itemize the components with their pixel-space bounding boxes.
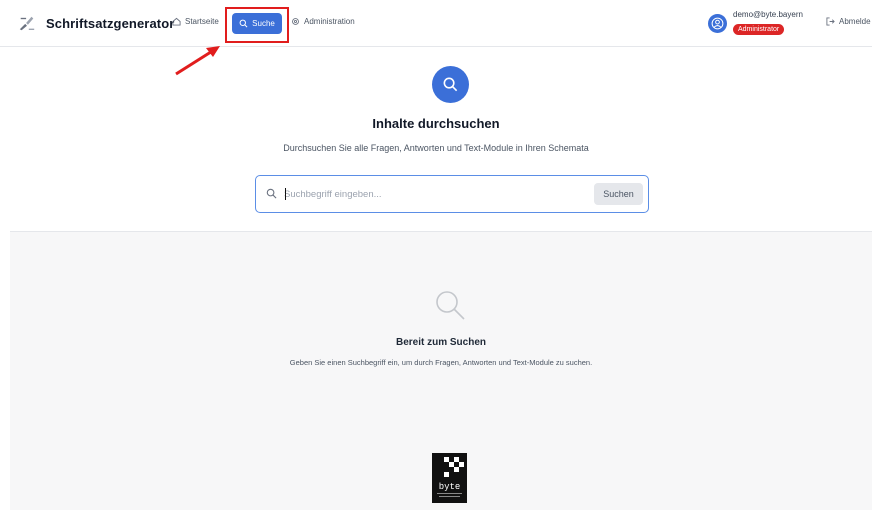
user-email: demo@byte.bayern	[733, 10, 803, 19]
search-icon	[443, 77, 458, 92]
logout-label: Abmelde	[839, 17, 871, 26]
hero-search-icon	[432, 66, 469, 103]
logout-icon	[826, 17, 835, 26]
app-title: Schriftsatzgenerator	[46, 15, 175, 31]
home-icon	[172, 17, 181, 26]
user-role-badge: Administrator	[733, 24, 785, 35]
nav-administration[interactable]: Administration	[291, 17, 355, 26]
search-input[interactable]	[284, 184, 584, 204]
gear-icon	[292, 18, 299, 25]
byte-logo-text: byte	[439, 482, 461, 492]
empty-state-title: Bereit zum Suchen	[395, 337, 487, 348]
text-caret	[285, 188, 286, 200]
search-bar: Suchen	[255, 175, 649, 213]
logout-button[interactable]: Abmelde	[826, 17, 871, 26]
app-brand[interactable]: Schriftsatzgenerator	[18, 14, 174, 32]
byte-logo: byte	[432, 453, 467, 503]
page: Schriftsatzgenerator Startseite Suche Ad…	[0, 0, 872, 510]
search-button[interactable]: Suchen	[594, 183, 643, 205]
top-navigation-bar: Schriftsatzgenerator Startseite Suche Ad…	[0, 0, 872, 47]
search-icon	[266, 188, 277, 199]
page-title: Inhalte durchsuchen	[372, 116, 500, 131]
nav-home[interactable]: Startseite	[172, 17, 219, 26]
nav-home-label: Startseite	[185, 17, 219, 26]
nav-admin-label: Administration	[304, 17, 355, 26]
empty-state-text: Geben Sie einen Suchbegriff ein, um durc…	[289, 358, 593, 367]
page-subtitle: Durchsuchen Sie alle Fragen, Antworten u…	[283, 143, 589, 153]
arrow-annotation	[175, 46, 220, 76]
app-logo-icon	[19, 16, 35, 31]
results-area: Bereit zum Suchen Geben Sie einen Suchbe…	[10, 231, 872, 510]
annotation-highlight-box	[225, 7, 289, 43]
user-avatar[interactable]	[708, 14, 727, 33]
search-icon	[436, 291, 465, 320]
user-circle-icon	[711, 17, 724, 30]
